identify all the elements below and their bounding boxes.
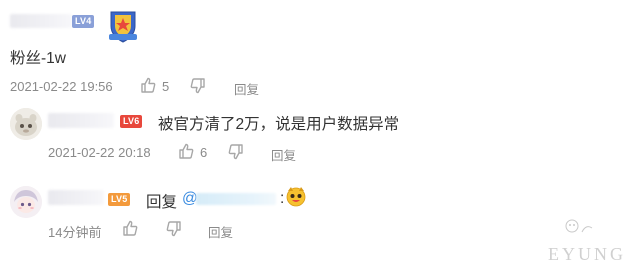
like-icon[interactable] — [178, 143, 194, 159]
medal-icon — [106, 6, 140, 44]
like-icon[interactable] — [140, 77, 156, 93]
username-blurred[interactable] — [10, 14, 72, 28]
like-count: 6 — [200, 145, 208, 160]
comment-timestamp: 14分钟前 — [48, 225, 102, 240]
dislike-icon[interactable] — [190, 78, 206, 94]
mention-colon: : — [280, 190, 285, 207]
level-badge: LV6 — [120, 115, 143, 128]
watermark-logo-icon — [562, 214, 596, 245]
comment-timestamp: 2021-02-22 20:18 — [48, 145, 151, 160]
dislike-icon[interactable] — [166, 221, 182, 237]
emoji-icon — [285, 185, 307, 207]
reply-button[interactable]: 回复 — [234, 79, 259, 98]
reply-button[interactable]: 回复 — [208, 222, 233, 241]
reply-prefix: 回复 — [146, 194, 178, 211]
comment-timestamp: 2021-02-22 19:56 — [10, 79, 113, 94]
dislike-icon[interactable] — [228, 144, 244, 160]
comment-text: 被官方清了2万，说是用户数据异常 — [158, 116, 400, 133]
comment-text: 粉丝-1w — [10, 50, 66, 67]
username-blurred[interactable] — [48, 113, 114, 128]
watermark-text: EYUNG — [548, 244, 626, 264]
username-blurred[interactable] — [48, 190, 104, 205]
level-badge: LV4 — [72, 15, 95, 28]
avatar[interactable] — [10, 186, 42, 218]
avatar[interactable] — [10, 108, 42, 140]
level-badge: LV5 — [108, 193, 131, 206]
reply-button[interactable]: 回复 — [271, 145, 296, 164]
mention-username-blurred[interactable] — [196, 193, 276, 205]
like-count: 5 — [162, 79, 170, 94]
like-icon[interactable] — [122, 220, 138, 236]
